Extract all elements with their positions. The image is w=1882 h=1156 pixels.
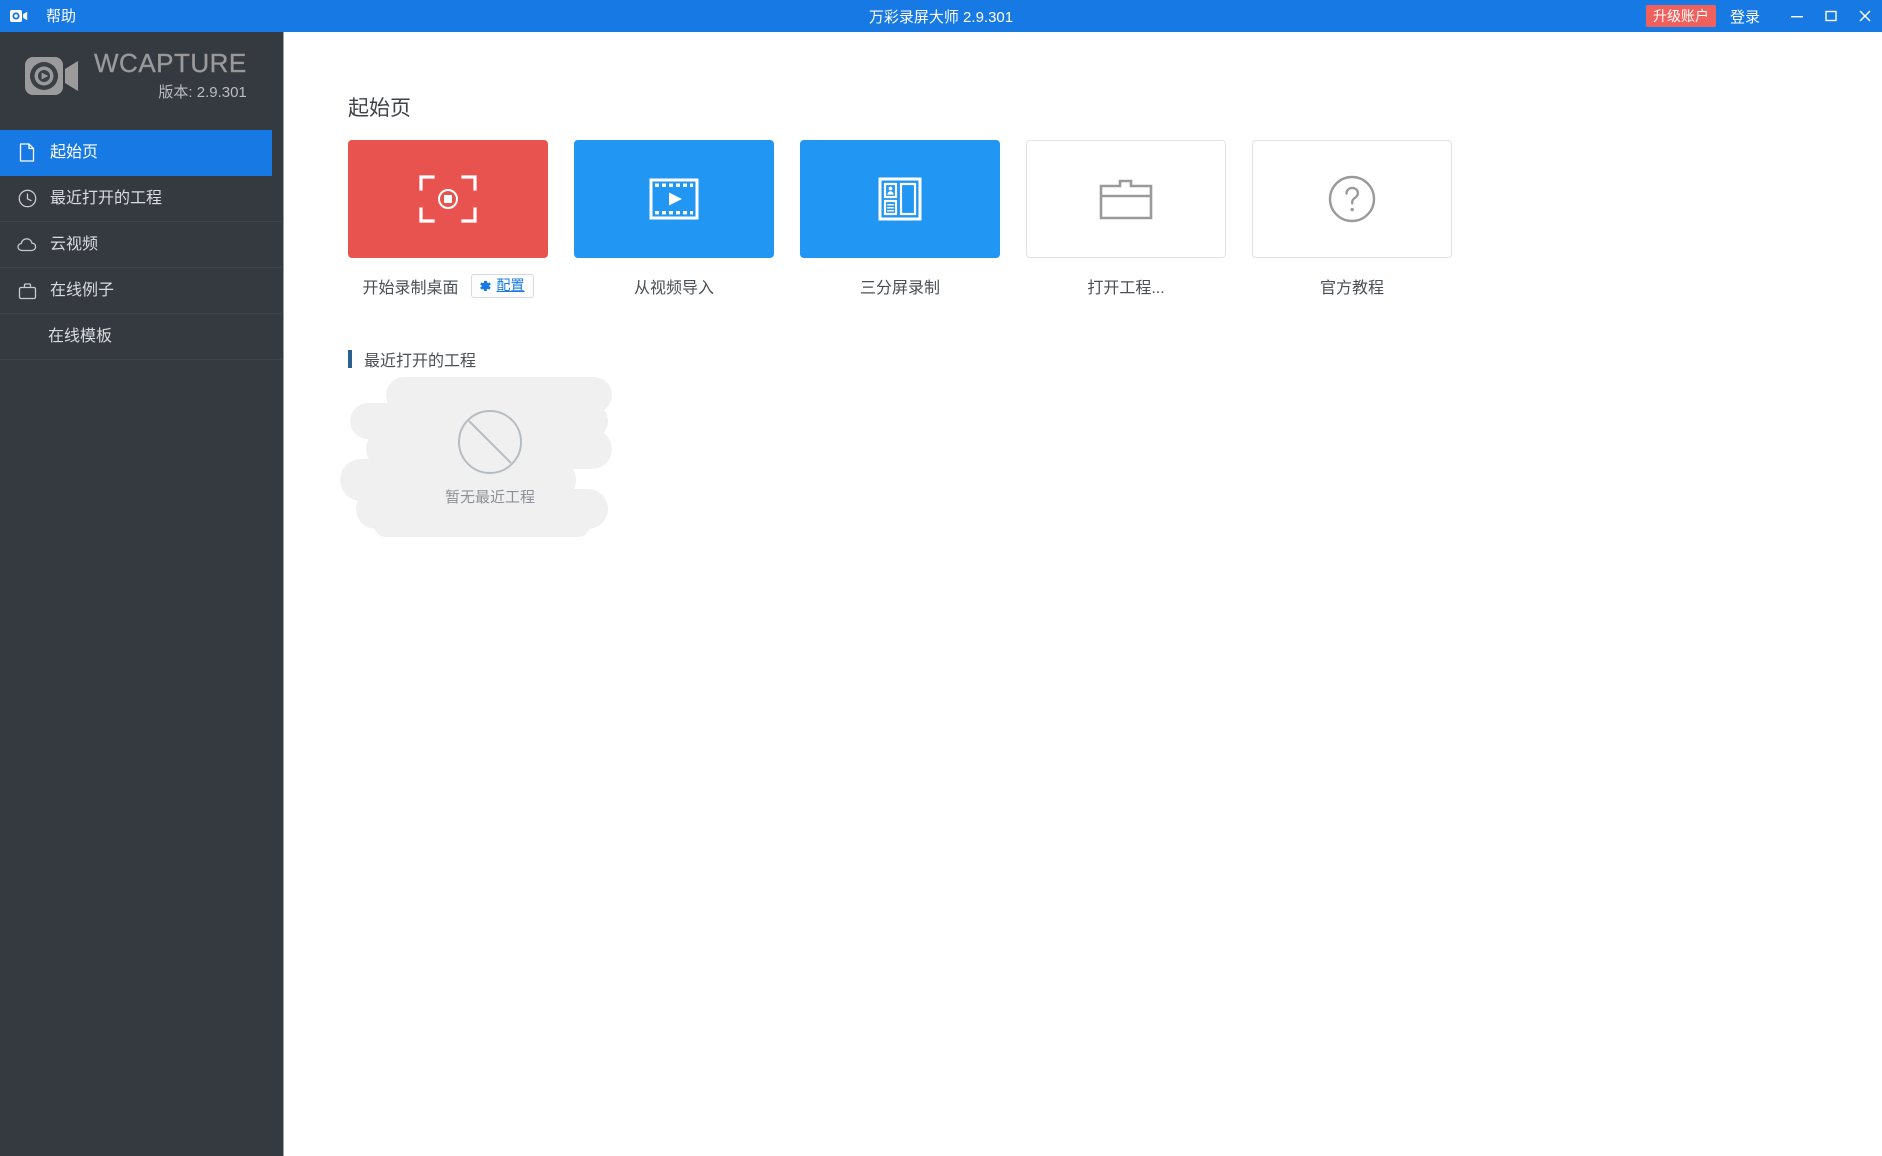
action-card-grid: 开始录制桌面 配置 从视频导入 三分屏录制 打开工程... 官方教程: [348, 140, 1452, 298]
card-start-recording: 开始录制桌面 配置: [348, 140, 548, 298]
card-import-video-label-row: 从视频导入: [634, 274, 714, 298]
film-play-icon: [649, 178, 699, 220]
minimize-button[interactable]: [1780, 0, 1814, 32]
briefcase-icon: [16, 280, 38, 302]
gear-icon: [479, 280, 491, 292]
title-bar: 帮助 万彩录屏大师 2.9.301 升级账户 登录: [0, 0, 1882, 32]
clock-icon: [16, 188, 38, 210]
recent-projects-title: 最近打开的工程: [364, 353, 477, 370]
card-label[interactable]: 打开工程...: [1087, 274, 1164, 298]
card-official-tutorial-label-row: 官方教程: [1320, 274, 1384, 298]
empty-state-content: 暂无最近工程: [340, 377, 640, 537]
sidebar-item-label: 起始页: [50, 143, 99, 161]
folder-icon: [1099, 179, 1153, 220]
card-start-recording-label-row: 开始录制桌面 配置: [362, 274, 534, 298]
sidebar: WCAPTURE 版本: 2.9.301 起始页 最近打开的工程 云视频 在线例…: [0, 32, 284, 1156]
card-start-recording-tile[interactable]: [348, 140, 548, 258]
maximize-button[interactable]: [1814, 0, 1848, 32]
document-icon: [16, 142, 38, 164]
brand-text: WCAPTURE 版本: 2.9.301: [94, 47, 247, 102]
app-window: 帮助 万彩录屏大师 2.9.301 升级账户 登录 WCAPTURE 版本: 2…: [0, 0, 1882, 1156]
upgrade-account-button[interactable]: 升级账户: [1645, 4, 1716, 28]
title-bar-right-controls: 升级账户 登录: [1645, 0, 1882, 32]
app-icon: [6, 9, 32, 23]
close-button[interactable]: [1848, 0, 1882, 32]
empty-state-text: 暂无最近工程: [444, 488, 535, 506]
record-target-icon: [419, 175, 477, 223]
menu-help[interactable]: 帮助: [38, 6, 84, 27]
card-import-video: 从视频导入: [574, 140, 774, 298]
sidebar-item-online-templates[interactable]: 在线模板: [0, 314, 282, 360]
maximize-icon: [1825, 10, 1837, 22]
cloud-icon: [16, 234, 38, 256]
question-circle-icon: [1328, 175, 1376, 223]
card-split-screen-label-row: 三分屏录制: [860, 274, 940, 298]
brand-version: 版本: 2.9.301: [158, 84, 247, 102]
recent-projects-empty-state: 暂无最近工程: [340, 377, 640, 537]
sidebar-item-label: 最近打开的工程: [50, 189, 163, 207]
main-content: 起始页 开始录制桌面 配置 从视频导入 三分屏录制 打开工程... 官方教程 最…: [285, 32, 1882, 1156]
no-data-slash-circle-icon: [458, 409, 522, 474]
card-label[interactable]: 官方教程: [1320, 274, 1384, 298]
sidebar-item-recent-projects[interactable]: 最近打开的工程: [0, 176, 282, 222]
sidebar-item-label: 在线模板: [48, 327, 113, 345]
close-icon: [1859, 10, 1871, 22]
brand-block: WCAPTURE 版本: 2.9.301: [0, 32, 283, 120]
card-label[interactable]: 开始录制桌面: [362, 274, 458, 298]
card-official-tutorial: 官方教程: [1252, 140, 1452, 298]
split-screen-icon: [878, 177, 922, 221]
window-title: 万彩录屏大师 2.9.301: [868, 8, 1014, 26]
login-button[interactable]: 登录: [1730, 6, 1760, 27]
minimize-icon: [1791, 16, 1803, 18]
brand-name: WCAPTURE: [94, 47, 247, 78]
card-split-screen-recording-tile[interactable]: [800, 140, 1000, 258]
sidebar-nav: 起始页 最近打开的工程 云视频 在线例子 在线模板: [0, 130, 283, 360]
card-label[interactable]: 从视频导入: [634, 274, 714, 298]
card-official-tutorial-tile[interactable]: [1252, 140, 1452, 258]
sidebar-item-start-page[interactable]: 起始页: [0, 130, 272, 176]
card-open-project-label-row: 打开工程...: [1087, 274, 1164, 298]
card-open-project-tile[interactable]: [1026, 140, 1226, 258]
card-import-video-tile[interactable]: [574, 140, 774, 258]
card-open-project: 打开工程...: [1026, 140, 1226, 298]
config-button-label: 配置: [496, 277, 525, 294]
brand-logo-icon: [24, 47, 82, 105]
config-button[interactable]: 配置: [470, 274, 534, 298]
page-title: 起始页: [348, 97, 411, 120]
section-accent-bar: [348, 350, 352, 368]
sidebar-item-online-examples[interactable]: 在线例子: [0, 268, 282, 314]
card-split-screen-recording: 三分屏录制: [800, 140, 1000, 298]
sidebar-item-label: 在线例子: [50, 281, 115, 299]
recent-projects-header: 最近打开的工程: [348, 347, 476, 371]
card-label[interactable]: 三分屏录制: [860, 274, 940, 298]
sidebar-item-cloud-video[interactable]: 云视频: [0, 222, 282, 268]
sidebar-item-label: 云视频: [50, 235, 99, 253]
